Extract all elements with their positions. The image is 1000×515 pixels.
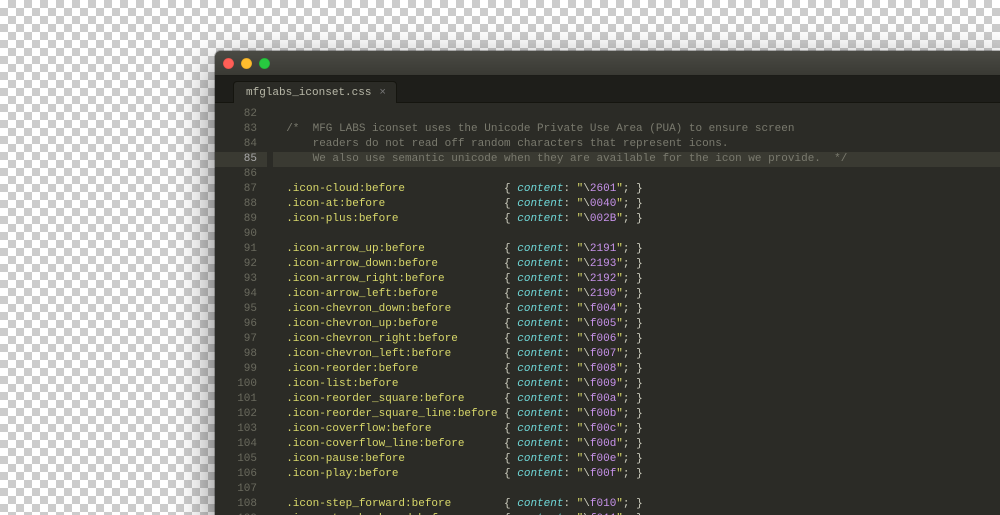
line-number: 103	[215, 422, 257, 437]
line-number: 92	[215, 257, 257, 272]
line-number: 105	[215, 452, 257, 467]
code-line: We also use semantic unicode when they a…	[273, 152, 1000, 167]
line-number: 102	[215, 407, 257, 422]
code-line: .icon-plus:before { content: "\002B"; }	[273, 212, 1000, 227]
line-number: 89	[215, 212, 257, 227]
code-line: .icon-step_forward:before { content: "\f…	[273, 497, 1000, 512]
traffic-lights	[223, 58, 270, 69]
code-line	[273, 107, 1000, 122]
code-line	[273, 227, 1000, 242]
zoom-icon[interactable]	[259, 58, 270, 69]
code-line	[273, 167, 1000, 182]
line-number: 83	[215, 122, 257, 137]
line-number-gutter: 8283848586878889909192939495969798991001…	[215, 103, 267, 515]
code-line: .icon-coverflow:before { content: "\f00c…	[273, 422, 1000, 437]
code-line: readers do not read off random character…	[273, 137, 1000, 152]
tab-filename: mfglabs_iconset.css	[246, 87, 371, 99]
code-line: .icon-chevron_down:before { content: "\f…	[273, 302, 1000, 317]
code-line: .icon-reorder_square_line:before { conte…	[273, 407, 1000, 422]
editor: 8283848586878889909192939495969798991001…	[215, 103, 1000, 515]
code-line: .icon-at:before { content: "\0040"; }	[273, 197, 1000, 212]
line-number: 107	[215, 482, 257, 497]
line-number: 91	[215, 242, 257, 257]
line-number: 93	[215, 272, 257, 287]
line-number: 82	[215, 107, 257, 122]
line-number: 84	[215, 137, 257, 152]
line-number: 100	[215, 377, 257, 392]
window-titlebar[interactable]	[215, 51, 1000, 76]
code-line: .icon-coverflow_line:before { content: "…	[273, 437, 1000, 452]
transparent-background: mfglabs_iconset.css × 828384858687888990…	[0, 0, 1000, 515]
line-number: 106	[215, 467, 257, 482]
code-line: .icon-chevron_up:before { content: "\f00…	[273, 317, 1000, 332]
code-line: .icon-arrow_down:before { content: "\219…	[273, 257, 1000, 272]
code-line: .icon-play:before { content: "\f00f"; }	[273, 467, 1000, 482]
line-number: 86	[215, 167, 257, 182]
line-number: 104	[215, 437, 257, 452]
line-number: 90	[215, 227, 257, 242]
code-line: .icon-cloud:before { content: "\2601"; }	[273, 182, 1000, 197]
code-line: .icon-pause:before { content: "\f00e"; }	[273, 452, 1000, 467]
line-number: 88	[215, 197, 257, 212]
code-line: /* MFG LABS iconset uses the Unicode Pri…	[273, 122, 1000, 137]
line-number: 97	[215, 332, 257, 347]
code-line	[273, 482, 1000, 497]
close-icon[interactable]	[223, 58, 234, 69]
code-area[interactable]: /* MFG LABS iconset uses the Unicode Pri…	[267, 103, 1000, 515]
code-line: .icon-list:before { content: "\f009"; }	[273, 377, 1000, 392]
line-number: 95	[215, 302, 257, 317]
code-line: .icon-arrow_left:before { content: "\219…	[273, 287, 1000, 302]
editor-window: mfglabs_iconset.css × 828384858687888990…	[215, 51, 1000, 515]
code-line: .icon-chevron_right:before { content: "\…	[273, 332, 1000, 347]
code-line: .icon-arrow_up:before { content: "\2191"…	[273, 242, 1000, 257]
tab-bar: mfglabs_iconset.css ×	[215, 76, 1000, 103]
line-number: 85	[215, 152, 267, 167]
line-number: 87	[215, 182, 257, 197]
line-number: 108	[215, 497, 257, 512]
line-number: 99	[215, 362, 257, 377]
line-number: 96	[215, 317, 257, 332]
code-line: .icon-arrow_right:before { content: "\21…	[273, 272, 1000, 287]
line-number: 94	[215, 287, 257, 302]
minimize-icon[interactable]	[241, 58, 252, 69]
close-tab-icon[interactable]: ×	[379, 87, 386, 99]
code-line: .icon-chevron_left:before { content: "\f…	[273, 347, 1000, 362]
tab-file[interactable]: mfglabs_iconset.css ×	[233, 81, 397, 103]
code-line: .icon-reorder_square:before { content: "…	[273, 392, 1000, 407]
code-line: .icon-reorder:before { content: "\f008";…	[273, 362, 1000, 377]
line-number: 98	[215, 347, 257, 362]
line-number: 101	[215, 392, 257, 407]
